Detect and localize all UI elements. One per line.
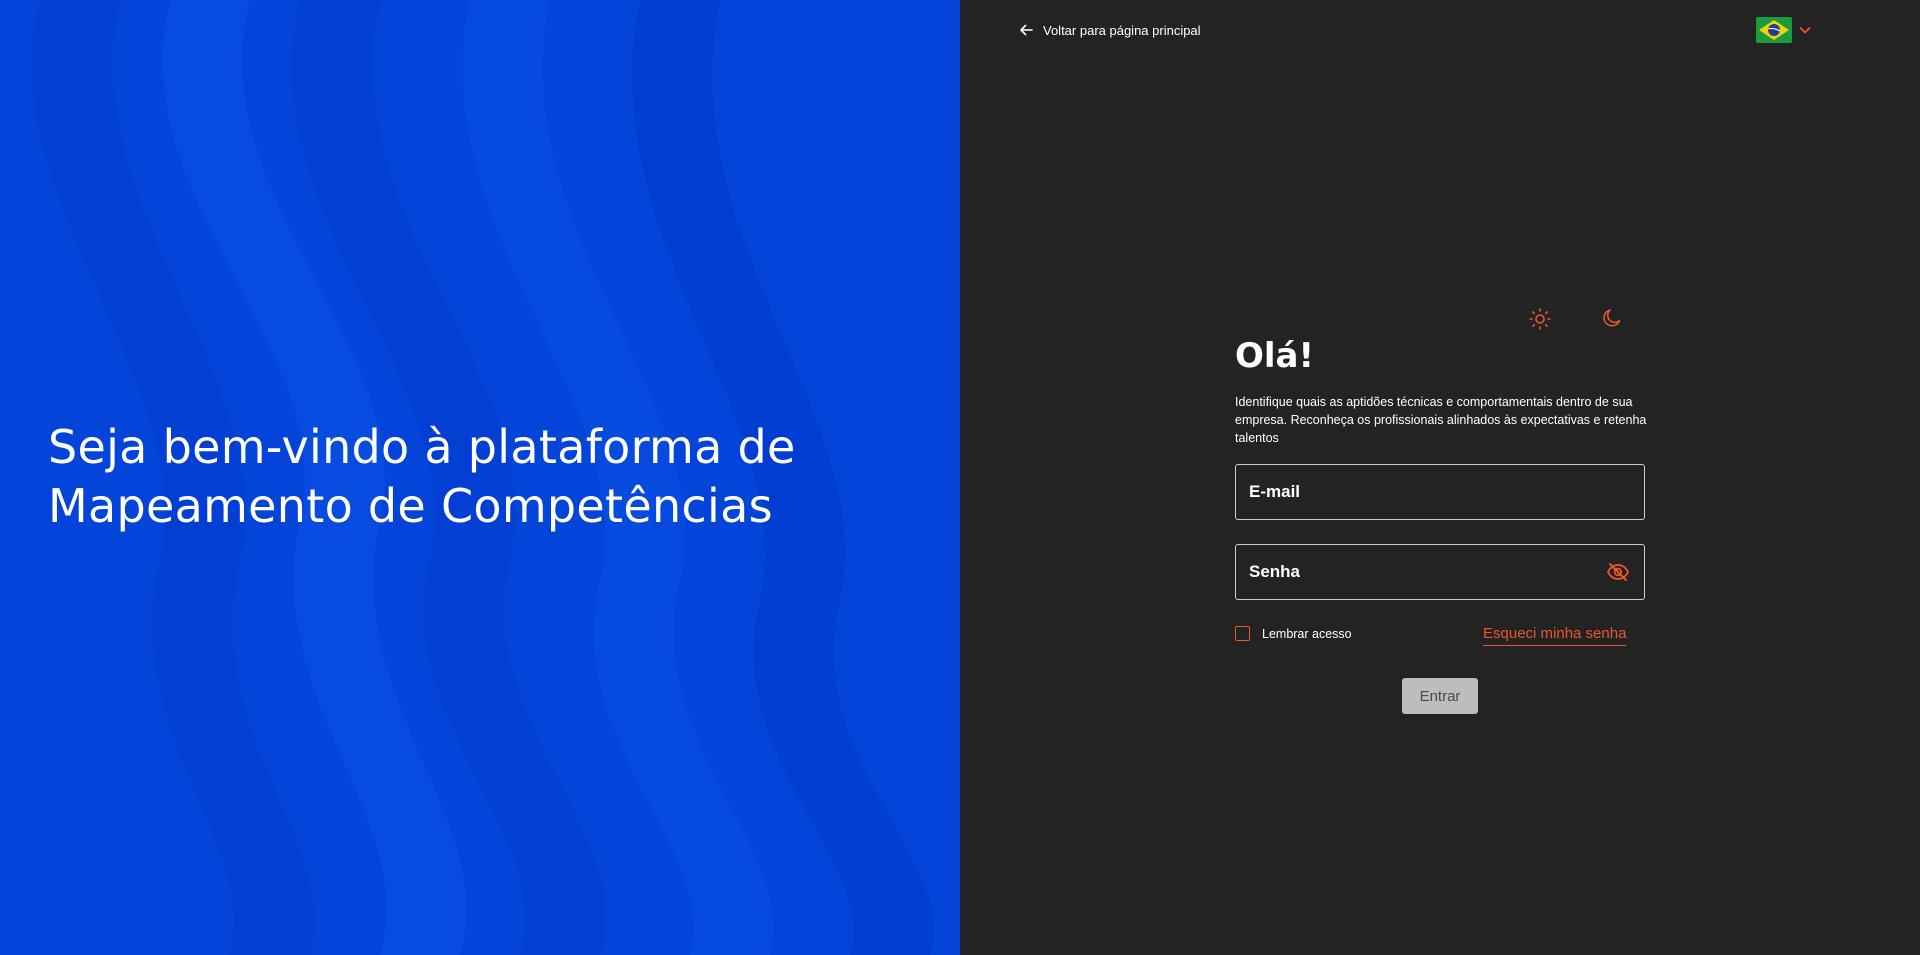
password-field[interactable] <box>1235 544 1645 600</box>
eye-off-icon[interactable] <box>1606 560 1630 584</box>
greeting-heading: Olá! <box>1235 336 1315 376</box>
email-input[interactable] <box>1249 482 1630 502</box>
remember-checkbox[interactable] <box>1235 626 1250 641</box>
remember-label: Lembrar acesso <box>1262 626 1352 641</box>
password-input[interactable] <box>1249 562 1606 582</box>
forgot-password-link[interactable]: Esqueci minha senha <box>1483 625 1627 646</box>
submit-button[interactable]: Entrar <box>1402 678 1478 714</box>
brazil-flag-icon <box>1756 17 1792 43</box>
welcome-hero: Seja bem-vindo à plataforma de Mapeament… <box>0 0 960 955</box>
moon-icon[interactable] <box>1601 307 1623 329</box>
language-selector[interactable] <box>1756 16 1812 44</box>
welcome-heading: Seja bem-vindo à plataforma de Mapeament… <box>48 418 928 536</box>
intro-text: Identifique quais as aptidões técnicas e… <box>1235 395 1647 445</box>
email-field[interactable] <box>1235 464 1645 520</box>
back-to-home-link[interactable]: Voltar para página principal <box>1018 19 1201 41</box>
chevron-down-icon <box>1799 27 1811 34</box>
welcome-heading-line1: Seja bem-vindo à plataforma de <box>48 420 796 474</box>
back-link-label: Voltar para página principal <box>1043 22 1201 38</box>
sun-icon[interactable] <box>1528 307 1552 331</box>
arrow-left-icon <box>1020 24 1033 36</box>
welcome-heading-line2: Mapeamento de Competências <box>48 479 773 533</box>
remember-access[interactable]: Lembrar acesso <box>1235 626 1352 641</box>
